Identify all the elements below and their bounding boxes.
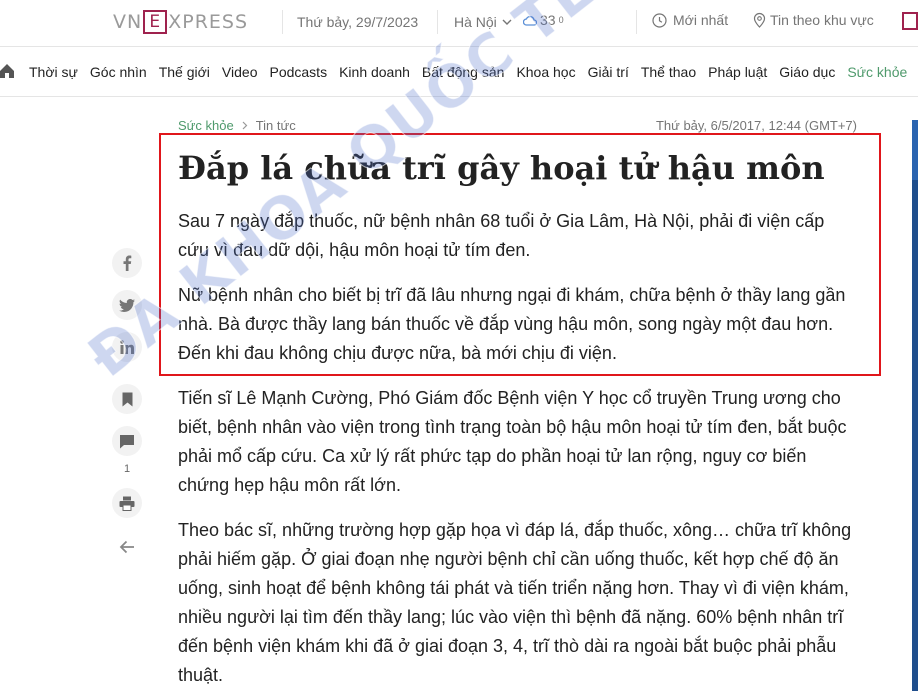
regional-news-link[interactable]: Tin theo khu vực: [753, 12, 874, 28]
article-paragraph: Nữ bệnh nhân cho biết bị trĩ đã lâu nhưn…: [178, 285, 846, 363]
comment-count: 1: [124, 463, 131, 475]
breadcrumb: Sức khỏe Tin tức: [178, 118, 296, 133]
nav-item-giao-duc[interactable]: Giáo dục: [779, 64, 835, 80]
nav-item-the-thao[interactable]: Thể thao: [641, 64, 696, 80]
location-pin-icon: [753, 12, 766, 28]
nav-list: Thời sự Góc nhìn Thế giới Video Podcasts…: [29, 64, 907, 80]
comment-icon: [120, 434, 134, 448]
facebook-icon: [123, 255, 132, 271]
current-date: Thứ bảy, 29/7/2023: [297, 14, 419, 30]
article-paragraph: Tiến sĩ Lê Mạnh Cường, Phó Giám đốc Bệnh…: [178, 388, 847, 495]
divider: [437, 10, 438, 34]
logo-mark: E: [143, 10, 168, 34]
main-nav: Thời sự Góc nhìn Thế giới Video Podcasts…: [0, 46, 918, 97]
breadcrumb-subcategory[interactable]: Tin tức: [256, 118, 296, 133]
linkedin-share-button[interactable]: [112, 332, 142, 362]
weather[interactable]: 33 0: [523, 12, 564, 28]
newspaper-icon[interactable]: [902, 12, 918, 30]
location-label: Hà Nội: [454, 14, 497, 30]
nav-item-video[interactable]: Video: [222, 64, 258, 80]
logo-text-right: XPRESS: [168, 11, 249, 33]
temperature-unit: 0: [558, 15, 564, 25]
breadcrumb-category[interactable]: Sức khỏe: [178, 118, 234, 133]
twitter-icon: [119, 298, 135, 312]
clock-icon: [652, 12, 667, 28]
home-icon[interactable]: [0, 62, 16, 80]
nav-item-suc-khoe[interactable]: Sức khỏe: [847, 64, 907, 80]
chevron-down-icon: [502, 19, 512, 25]
bookmark-icon: [122, 392, 132, 406]
facebook-share-button[interactable]: [112, 248, 142, 278]
article-paragraph: Theo bác sĩ, những trường hợp gặp họa vì…: [178, 520, 852, 685]
nav-item-phap-luat[interactable]: Pháp luật: [708, 64, 767, 80]
divider: [636, 10, 637, 34]
printer-icon: [119, 496, 135, 511]
chevron-right-icon: [242, 121, 248, 130]
nav-item-khoa-hoc[interactable]: Khoa học: [516, 64, 575, 80]
location-select[interactable]: Hà Nội: [454, 14, 512, 30]
twitter-share-button[interactable]: [112, 290, 142, 320]
comment-button[interactable]: [112, 426, 142, 456]
print-button[interactable]: [112, 488, 142, 518]
top-bar: VN E XPRESS Thứ bảy, 29/7/2023 Hà Nội 33 0 …: [0, 0, 918, 44]
linkedin-icon: [120, 340, 134, 354]
cloud-icon: [523, 15, 537, 26]
nav-item-goc-nhin[interactable]: Góc nhìn: [90, 64, 147, 80]
regional-label: Tin theo khu vực: [770, 12, 874, 28]
nav-item-the-gioi[interactable]: Thế giới: [159, 64, 210, 80]
site-logo[interactable]: VN E XPRESS: [113, 10, 248, 34]
scrollbar-track[interactable]: [912, 120, 918, 691]
back-button[interactable]: [112, 532, 142, 562]
divider: [282, 10, 283, 34]
article-lead: Sau 7 ngày đắp thuốc, nữ bệnh nhân 68 tu…: [178, 211, 825, 260]
newest-link[interactable]: Mới nhất: [652, 12, 728, 28]
arrow-left-icon: [119, 540, 134, 554]
nav-item-bat-dong-san[interactable]: Bất động sản: [422, 64, 505, 80]
publish-date: Thứ bảy, 6/5/2017, 12:44 (GMT+7): [655, 118, 857, 133]
article-title: Đắp lá chữa trĩ gây hoại tử hậu môn: [178, 149, 825, 187]
temperature-value: 33: [540, 12, 556, 28]
logo-text-left: VN: [113, 11, 143, 33]
newest-label: Mới nhất: [673, 12, 729, 28]
nav-item-kinh-doanh[interactable]: Kinh doanh: [339, 64, 410, 80]
scrollbar-thumb[interactable]: [912, 120, 918, 180]
nav-item-podcasts[interactable]: Podcasts: [269, 64, 327, 80]
nav-item-giai-tri[interactable]: Giải trí: [588, 64, 629, 80]
nav-item-thoi-su[interactable]: Thời sự: [29, 64, 78, 80]
save-article-button[interactable]: [112, 384, 142, 414]
